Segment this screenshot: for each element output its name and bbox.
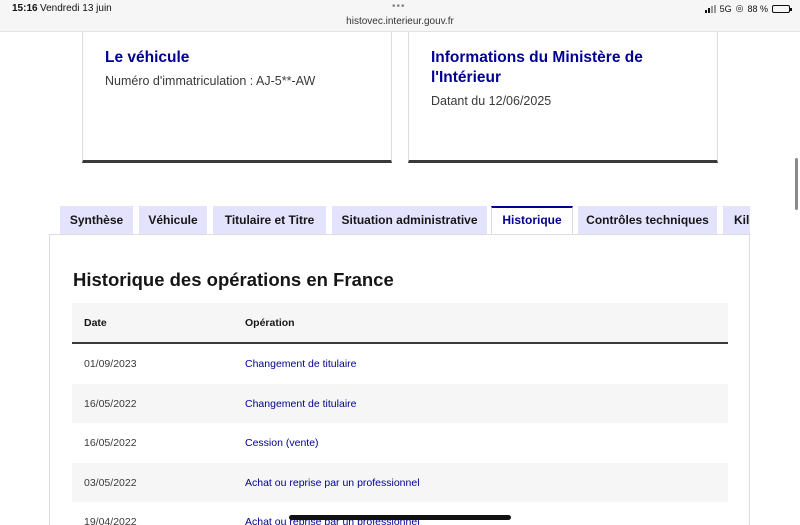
tab-controles-techniques[interactable]: Contrôles techniques: [578, 206, 717, 234]
scrollbar[interactable]: [795, 158, 798, 210]
tab-kilometrage[interactable]: Kilométrage: [723, 206, 750, 234]
column-header-operation: Opération: [245, 317, 295, 329]
tab-synthese[interactable]: Synthèse: [60, 206, 133, 234]
vehicle-card-title: Le véhicule: [105, 49, 190, 66]
vehicle-card: Le véhicule Numéro d'immatriculation : A…: [82, 32, 392, 163]
registration-number: Numéro d'immatriculation : AJ-5**-AW: [105, 74, 316, 88]
row-date: 19/04/2022: [84, 516, 137, 525]
row-date: 16/05/2022: [84, 437, 137, 449]
battery-percent: 88 %: [747, 3, 768, 14]
row-operation-link[interactable]: Changement de titulaire: [245, 398, 357, 410]
row-date: 01/09/2023: [84, 358, 137, 370]
home-indicator[interactable]: [289, 515, 511, 520]
tab-historique[interactable]: Historique: [491, 206, 573, 234]
table-row: 03/05/2022 Achat ou reprise par un profe…: [72, 462, 728, 502]
report-tabs: Synthèse Véhicule Titulaire et Titre Sit…: [60, 206, 750, 234]
status-bar: 15:16 Vendredi 13 juin ••• histovec.inte…: [0, 0, 800, 32]
table-header: Date Opération: [72, 303, 728, 344]
cellular-signal-icon: [704, 4, 716, 13]
table-row: 16/05/2022 Changement de titulaire: [72, 383, 728, 423]
status-time: 15:16: [12, 3, 38, 14]
ministry-card-title: Informations du Ministère de l'Intérieur: [431, 49, 643, 86]
battery-icon: [772, 4, 792, 13]
row-operation-link[interactable]: Cession (vente): [245, 437, 319, 449]
history-table: Date Opération 01/09/2023 Changement de …: [72, 303, 728, 525]
tab-situation-administrative[interactable]: Situation administrative: [332, 206, 487, 234]
orientation-lock-icon: ◎: [735, 3, 744, 13]
row-operation-link[interactable]: Achat ou reprise par un professionnel: [245, 477, 420, 489]
table-row: 01/09/2023 Changement de titulaire: [72, 344, 728, 384]
tab-vehicule[interactable]: Véhicule: [139, 206, 207, 234]
history-title: Historique des opérations en France: [73, 269, 394, 290]
more-options-icon[interactable]: •••: [392, 1, 406, 12]
status-date: Vendredi 13 juin: [40, 3, 112, 14]
row-operation-link[interactable]: Changement de titulaire: [245, 358, 357, 370]
data-date: Datant du 12/06/2025: [431, 94, 552, 108]
column-header-date: Date: [84, 317, 107, 329]
network-type: 5G: [719, 3, 732, 14]
status-indicators: 5G ◎ 88 %: [704, 3, 792, 14]
table-row: 19/04/2022 Achat ou reprise par un profe…: [72, 502, 728, 525]
tab-titulaire-titre[interactable]: Titulaire et Titre: [213, 206, 326, 234]
history-panel: Historique des opérations en France Date…: [49, 234, 750, 525]
table-row: 16/05/2022 Cession (vente): [72, 423, 728, 463]
address-bar-url[interactable]: histovec.interieur.gouv.fr: [0, 16, 800, 27]
row-date: 03/05/2022: [84, 476, 137, 489]
row-date: 16/05/2022: [84, 397, 137, 410]
ministry-info-card: Informations du Ministère de l'Intérieur…: [408, 32, 718, 163]
